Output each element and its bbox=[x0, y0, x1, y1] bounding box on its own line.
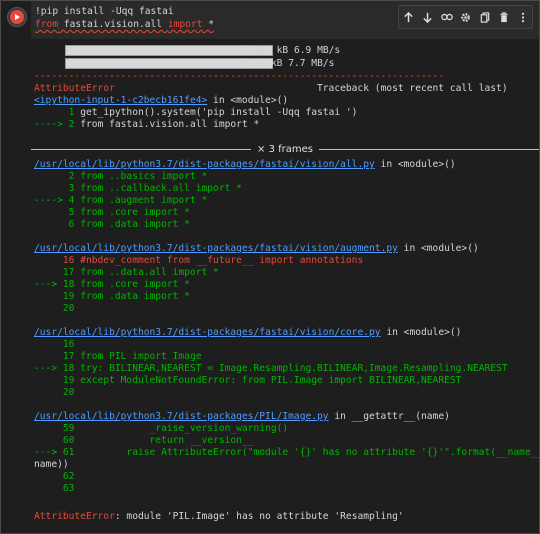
link-icon[interactable] bbox=[437, 6, 456, 28]
delete-icon[interactable] bbox=[494, 6, 513, 28]
keyword-from: from bbox=[35, 19, 59, 30]
input-link[interactable]: <ipython-input-1-c2becb161fe4> bbox=[34, 95, 207, 106]
line-code: from fastai.vision.all import * bbox=[80, 119, 260, 130]
copy-icon[interactable] bbox=[475, 6, 494, 28]
run-icon bbox=[10, 10, 24, 24]
import-star: * bbox=[202, 19, 215, 30]
progress-text-1: | 213 kB 6.9 MB/s bbox=[242, 45, 341, 56]
final-error-type: AttributeError bbox=[34, 511, 115, 522]
notebook-cell: !pip install -Uqq fastai from fastai.vis… bbox=[0, 0, 540, 534]
frame-header: /usr/local/lib/python3.7/dist-packages/f… bbox=[34, 327, 461, 339]
error-type: AttributeError bbox=[34, 83, 115, 94]
traceback-line: 16 #nbdev_comment from __future__ import… bbox=[34, 255, 364, 266]
traceback-line: 19 except ModuleNotFoundError: from PIL.… bbox=[34, 375, 462, 386]
cell-toolbar bbox=[398, 5, 533, 29]
traceback-line: name)) bbox=[34, 459, 69, 470]
frame-header: /usr/local/lib/python3.7/dist-packages/f… bbox=[34, 243, 479, 255]
traceback-line: 20 bbox=[34, 303, 75, 314]
traceback-line: 62 bbox=[34, 471, 75, 482]
frame-header: /usr/local/lib/python3.7/dist-packages/P… bbox=[34, 411, 450, 423]
frames-toggle[interactable]: ⨯ 3 frames bbox=[251, 144, 319, 155]
cell-gutter bbox=[1, 1, 31, 533]
traceback-line: 5 from .core import * bbox=[34, 207, 190, 218]
traceback-line: 17 from PIL import Image bbox=[34, 351, 202, 362]
frames-divider-right bbox=[318, 149, 539, 150]
line-code: get_ipython().system('pip install -Uqq f… bbox=[80, 107, 358, 118]
traceback-separator: ----------------------------------------… bbox=[34, 71, 445, 82]
code-line-2: from fastai.vision.all import * bbox=[35, 19, 214, 30]
traceback-line: 19 from .data import * bbox=[34, 291, 190, 302]
traceback-line: 2 from ..basics import * bbox=[34, 171, 208, 182]
frame-path-link[interactable]: /usr/local/lib/python3.7/dist-packages/f… bbox=[34, 243, 398, 254]
traceback-header: Traceback (most recent call last) bbox=[317, 83, 508, 94]
cell-output: | 213 kB 6.9 MB/s | 61 kB 7.7 MB/s -----… bbox=[31, 39, 540, 533]
traceback-line: 3 from ..callback.all import * bbox=[34, 183, 242, 194]
module-name: fastai.vision.all bbox=[58, 19, 168, 30]
frame-header: /usr/local/lib/python3.7/dist-packages/f… bbox=[34, 159, 456, 171]
traceback-line: ---> 18 try: BILINEAR,NEAREST = Image.Re… bbox=[34, 363, 508, 374]
traceback-line: 60 return __version__ bbox=[34, 435, 254, 446]
input-frame-header: <ipython-input-1-c2becb161fe4> in <modul… bbox=[34, 95, 288, 107]
final-error: AttributeError: module 'PIL.Image' has n… bbox=[34, 511, 404, 523]
traceback-line: 16 bbox=[34, 339, 75, 350]
frames-divider-left bbox=[31, 149, 252, 150]
traceback-line: ----> 4 from .augment import * bbox=[34, 195, 208, 206]
frames-label: 3 frames bbox=[268, 144, 313, 155]
more-icon[interactable] bbox=[513, 6, 532, 28]
traceback-line: ---> 61 raise AttributeError("module '{}… bbox=[34, 447, 540, 458]
frame-ctx: in <module>() bbox=[380, 327, 462, 338]
run-cell-button[interactable] bbox=[7, 7, 27, 27]
traceback-line: 1 get_ipython().system('pip install -Uqq… bbox=[34, 107, 358, 119]
move-down-icon[interactable] bbox=[418, 6, 437, 28]
frame-path-link[interactable]: /usr/local/lib/python3.7/dist-packages/P… bbox=[34, 411, 329, 422]
final-error-message: : module 'PIL.Image' has no attribute 'R… bbox=[114, 511, 404, 522]
traceback-line: ----> 2 from fastai.vision.all import * bbox=[34, 119, 259, 131]
traceback-line: 6 from .data import * bbox=[34, 219, 190, 230]
collapse-frames-row[interactable]: ⨯ 3 frames bbox=[31, 144, 539, 155]
traceback-line: 59 _raise_version_warning() bbox=[34, 423, 289, 434]
line-number: 1 bbox=[34, 107, 81, 118]
traceback-line: 20 bbox=[34, 387, 75, 398]
traceback-line: 17 from ..data.all import * bbox=[34, 267, 219, 278]
frame-path-link[interactable]: /usr/local/lib/python3.7/dist-packages/f… bbox=[34, 159, 375, 170]
keyword-import: import bbox=[167, 19, 203, 30]
frame-ctx: in <module>() bbox=[374, 159, 456, 170]
traceback-line: ---> 18 from .core import * bbox=[34, 279, 190, 290]
collapse-icon: ⨯ bbox=[257, 144, 269, 155]
move-up-icon[interactable] bbox=[399, 6, 418, 28]
progress-text-2: | 61 kB 7.7 MB/s bbox=[242, 58, 335, 69]
line-arrow: ----> 2 bbox=[34, 119, 81, 130]
traceback-line: 63 bbox=[34, 483, 75, 494]
frame-ctx: in <module>() bbox=[397, 243, 479, 254]
settings-icon[interactable] bbox=[456, 6, 475, 28]
frame-ctx: in __getattr__(name) bbox=[328, 411, 450, 422]
input-ctx: in <module>() bbox=[207, 95, 289, 106]
code-editor[interactable]: !pip install -Uqq fastai from fastai.vis… bbox=[31, 1, 539, 39]
code-line-1: !pip install -Uqq fastai bbox=[35, 6, 174, 17]
frame-path-link[interactable]: /usr/local/lib/python3.7/dist-packages/f… bbox=[34, 327, 381, 338]
